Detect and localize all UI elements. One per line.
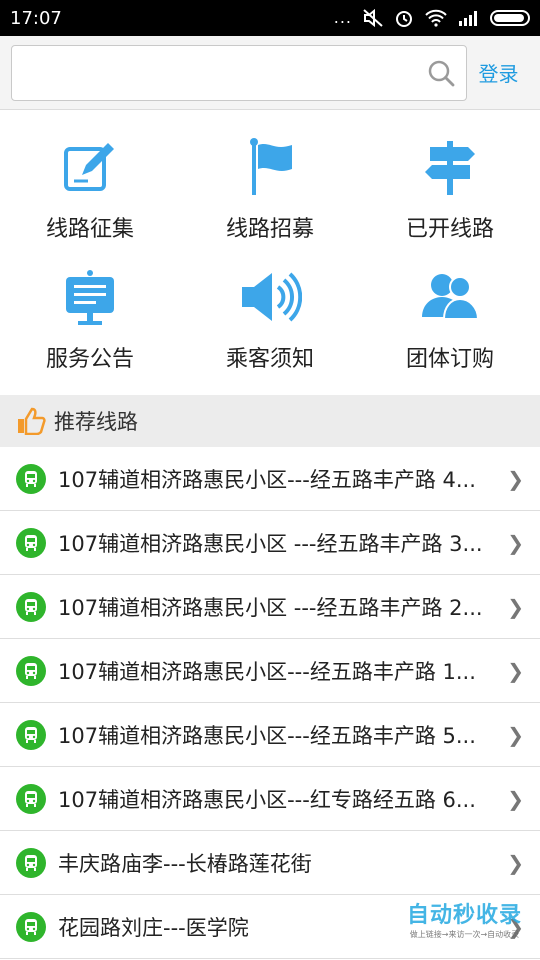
route-row[interactable]: 107辅道相济路惠民小区---经五路丰产路 4... ❯ bbox=[0, 447, 540, 511]
menu-item-label: 线路招募 bbox=[225, 217, 314, 242]
route-name: 107辅道相济路惠民小区---经五路丰产路 5... bbox=[58, 723, 476, 748]
status-time: 17:07 bbox=[10, 7, 62, 29]
bus-icon bbox=[16, 655, 46, 686]
menu-item-service-notice[interactable]: 服务公告 bbox=[0, 265, 180, 395]
route-name: 107辅道相济路惠民小区 ---经五路丰产路 3... bbox=[58, 531, 483, 556]
search-box bbox=[11, 44, 467, 101]
watermark: 自动秒收录 做上链接→来访一次→自动收录 bbox=[407, 897, 522, 940]
group-users-icon bbox=[418, 265, 482, 329]
route-row[interactable]: 107辅道相济路惠民小区 ---经五路丰产路 2... ❯ bbox=[0, 575, 540, 639]
watermark-subtitle: 做上链接→来访一次→自动收录 bbox=[409, 930, 520, 939]
signpost-icon bbox=[418, 135, 482, 199]
search-bar: 登录 bbox=[0, 36, 540, 110]
chevron-right-icon: ❯ bbox=[507, 594, 524, 619]
chevron-right-icon: ❯ bbox=[507, 850, 524, 875]
route-row[interactable]: 107辅道相济路惠民小区 ---经五路丰产路 3... ❯ bbox=[0, 511, 540, 575]
menu-item-label: 线路征集 bbox=[45, 217, 134, 242]
signal-icon bbox=[459, 11, 477, 26]
bus-icon bbox=[16, 591, 46, 622]
chevron-right-icon: ❯ bbox=[507, 530, 524, 555]
bus-icon bbox=[16, 911, 46, 942]
edit-note-icon bbox=[58, 135, 122, 199]
chevron-right-icon: ❯ bbox=[507, 722, 524, 747]
notice-board-icon bbox=[58, 265, 122, 329]
route-row[interactable]: 107辅道相济路惠民小区---经五路丰产路 5... ❯ bbox=[0, 703, 540, 767]
route-name: 107辅道相济路惠民小区---红专路经五路 6... bbox=[58, 787, 476, 812]
bus-icon bbox=[16, 527, 46, 558]
search-input[interactable] bbox=[20, 52, 424, 93]
route-list: 107辅道相济路惠民小区---经五路丰产路 4... ❯ 107辅道相济路惠民小… bbox=[0, 447, 540, 959]
route-name: 丰庆路庙李---长椿路莲花街 bbox=[58, 851, 312, 876]
chevron-right-icon: ❯ bbox=[507, 658, 524, 683]
flag-icon bbox=[238, 135, 302, 199]
menu-item-label: 已开线路 bbox=[405, 217, 494, 242]
route-name: 107辅道相济路惠民小区---经五路丰产路 1... bbox=[58, 659, 476, 684]
feature-menu: 线路征集 线路招募 已开线路 服务公告 乘客须知 团体订购 bbox=[0, 110, 540, 395]
bus-icon bbox=[16, 719, 46, 750]
speaker-icon bbox=[238, 265, 302, 329]
menu-item-passenger-notice[interactable]: 乘客须知 bbox=[180, 265, 360, 395]
menu-item-group-order[interactable]: 团体订购 bbox=[360, 265, 540, 395]
wifi-icon bbox=[425, 9, 447, 27]
more-dots-icon: ... bbox=[333, 8, 352, 27]
bus-icon bbox=[16, 783, 46, 814]
chevron-right-icon: ❯ bbox=[507, 466, 524, 491]
menu-item-label: 服务公告 bbox=[45, 347, 134, 372]
route-row[interactable]: 107辅道相济路惠民小区---红专路经五路 6... ❯ bbox=[0, 767, 540, 831]
alarm-icon bbox=[396, 11, 412, 27]
section-title: 推荐线路 bbox=[54, 410, 138, 434]
status-bar: 17:07 ... bbox=[0, 0, 540, 36]
route-name: 107辅道相济路惠民小区 ---经五路丰产路 2... bbox=[58, 595, 483, 620]
section-header-recommended: 推荐线路 bbox=[0, 395, 540, 447]
login-button[interactable]: 登录 bbox=[467, 58, 530, 87]
watermark-title: 自动秒收录 bbox=[406, 903, 522, 928]
battery-icon bbox=[490, 10, 530, 26]
chevron-right-icon: ❯ bbox=[507, 786, 524, 811]
bus-icon bbox=[16, 463, 46, 494]
menu-item-route-recruit[interactable]: 线路招募 bbox=[180, 135, 360, 265]
menu-item-route-collect[interactable]: 线路征集 bbox=[0, 135, 180, 265]
bus-icon bbox=[16, 847, 46, 878]
route-row[interactable]: 107辅道相济路惠民小区---经五路丰产路 1... ❯ bbox=[0, 639, 540, 703]
status-icons: ... bbox=[334, 8, 530, 28]
search-icon[interactable] bbox=[424, 56, 458, 90]
route-name: 107辅道相济路惠民小区---经五路丰产路 4... bbox=[58, 467, 476, 492]
thumbs-up-icon bbox=[18, 407, 46, 435]
mute-icon bbox=[363, 8, 383, 28]
menu-item-label: 团体订购 bbox=[405, 347, 494, 372]
menu-item-open-routes[interactable]: 已开线路 bbox=[360, 135, 540, 265]
menu-item-label: 乘客须知 bbox=[225, 347, 314, 372]
route-row[interactable]: 丰庆路庙李---长椿路莲花街 ❯ bbox=[0, 831, 540, 895]
